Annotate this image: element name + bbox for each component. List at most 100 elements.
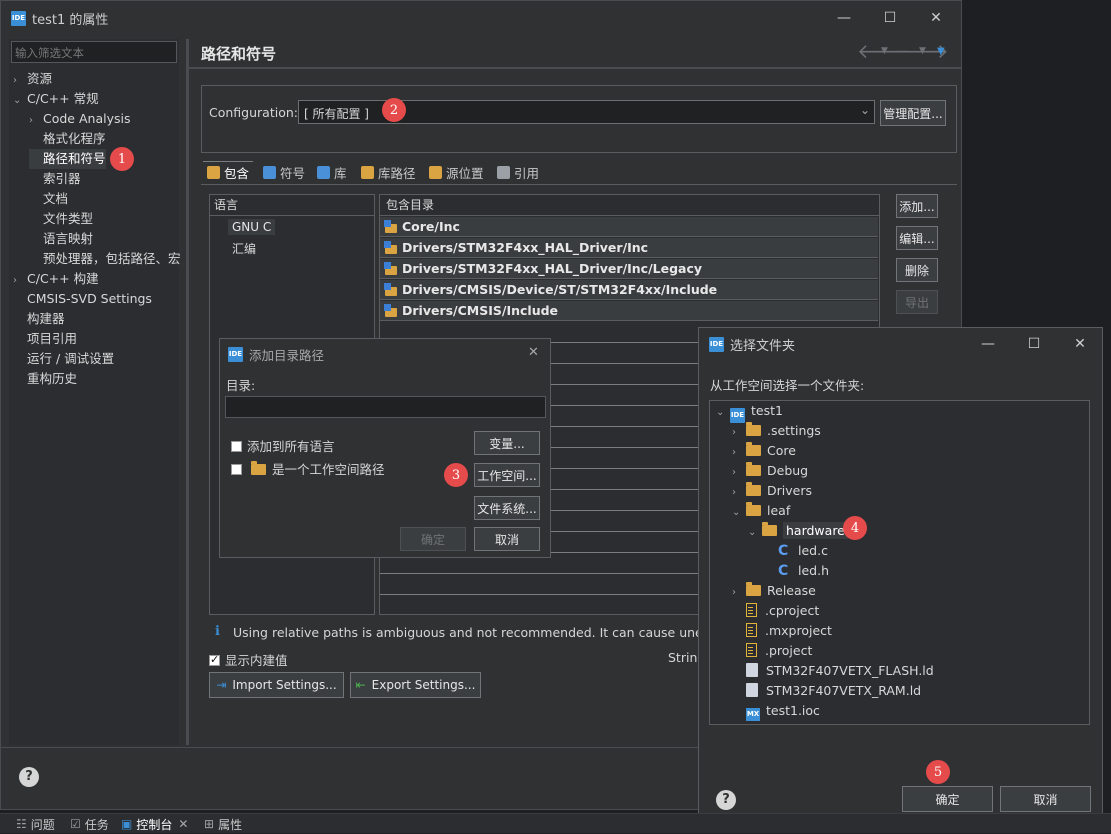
chevron-icon[interactable]: › xyxy=(13,71,27,91)
language-item-asm[interactable]: 汇编 xyxy=(232,240,256,257)
chevron-icon[interactable]: › xyxy=(13,271,27,291)
nav-item[interactable]: 语言映射 xyxy=(29,229,93,249)
tab-problems[interactable]: ☷ 问题 xyxy=(16,814,55,834)
nav-item[interactable]: 索引器 xyxy=(29,169,81,189)
edit-button[interactable]: 编辑... xyxy=(896,226,938,250)
nav-item[interactable]: 路径和符号 xyxy=(29,149,106,169)
nav-item[interactable]: 预处理器，包括路径、宏 xyxy=(29,249,181,269)
export-button[interactable]: 导出 xyxy=(896,290,938,314)
include-row[interactable]: Drivers/CMSIS/Device/ST/STM32F4xx/Includ… xyxy=(380,280,878,300)
directory-input[interactable] xyxy=(225,396,546,418)
import-settings-button[interactable]: ⇥ Import Settings... xyxy=(209,672,344,698)
nav-item[interactable]: CMSIS-SVD Settings xyxy=(13,289,152,309)
include-row[interactable]: Drivers/CMSIS/Include xyxy=(380,301,878,321)
back-dropdown-icon[interactable]: ▼ xyxy=(881,46,888,56)
chevron-icon[interactable]: › xyxy=(732,583,746,603)
chevron-icon[interactable]: › xyxy=(29,111,43,131)
add-button[interactable]: 添加... xyxy=(896,194,938,218)
tab-label: 引用 xyxy=(514,165,540,181)
tab-1[interactable]: 符号 xyxy=(259,161,309,183)
filter-input[interactable]: 输入筛选文本 xyxy=(11,41,177,63)
workspace-button[interactable]: 工作空间... xyxy=(474,463,540,487)
chevron-icon[interactable]: › xyxy=(732,463,746,483)
folder-tree-item[interactable]: .cproject xyxy=(732,601,819,621)
help-icon[interactable]: ? xyxy=(19,767,39,787)
tab-2[interactable]: 库 xyxy=(313,161,351,183)
folder-tree-item[interactable]: › Core xyxy=(732,441,796,461)
folder-minimize-button[interactable]: — xyxy=(965,328,1011,360)
folder-tree-item[interactable]: › Release xyxy=(732,581,816,601)
chevron-icon[interactable]: › xyxy=(732,423,746,443)
tab-4[interactable]: 源位置 xyxy=(425,161,488,183)
add-all-languages-check[interactable] xyxy=(231,441,242,452)
tab-tasks[interactable]: ☑ 任务 xyxy=(70,814,109,834)
add-all-languages-checkbox[interactable]: 添加到所有语言 xyxy=(231,436,335,455)
nav-item[interactable]: 运行 / 调试设置 xyxy=(13,349,114,369)
chevron-icon[interactable]: ⌄ xyxy=(748,523,762,543)
folder-tree-item[interactable]: ⌄ IDE test1 xyxy=(716,401,783,423)
folder-tree-item[interactable]: › Debug xyxy=(732,461,808,481)
close-icon[interactable]: ✕ xyxy=(178,817,188,831)
language-item-gnu-c[interactable]: GNU C xyxy=(228,219,276,235)
nav-divider[interactable] xyxy=(186,39,189,745)
folder-help-icon[interactable]: ? xyxy=(716,790,736,810)
include-row[interactable]: Drivers/STM32F4xx_HAL_Driver/Inc xyxy=(380,238,878,258)
filesystem-button[interactable]: 文件系统... xyxy=(474,496,540,520)
folder-tree-item[interactable]: ⌄ hardware xyxy=(748,521,848,541)
workspace-path-checkbox[interactable]: 是一个工作空间路径 xyxy=(231,459,385,478)
forward-dropdown-icon[interactable]: ▼ xyxy=(919,46,926,56)
folder-tree-item[interactable]: .mxproject xyxy=(732,621,832,641)
include-row[interactable]: Core/Inc xyxy=(380,217,878,237)
folder-ok-button[interactable]: 确定 xyxy=(902,786,993,812)
folder-maximize-button[interactable]: ☐ xyxy=(1011,328,1057,360)
folder-tree[interactable]: ⌄ IDE test1 › .settings › Core › Debug › Drivers ⌄ l… xyxy=(709,400,1090,725)
chevron-icon[interactable]: ⌄ xyxy=(732,503,746,523)
folder-tree-item[interactable]: › Drivers xyxy=(732,481,812,501)
folder-cancel-button[interactable]: 取消 xyxy=(1000,786,1091,812)
nav-item[interactable]: 格式化程序 xyxy=(29,129,106,149)
nav-item[interactable]: ⌄ C/C++ 常规 xyxy=(13,89,99,109)
nav-item[interactable]: 文件类型 xyxy=(29,209,93,229)
variables-button[interactable]: 变量... xyxy=(474,431,540,455)
chevron-icon[interactable]: ⌄ xyxy=(13,91,27,111)
folder-tree-item[interactable]: Cled.c xyxy=(764,541,828,561)
folder-tree-item[interactable]: .project xyxy=(732,641,812,661)
nav-item[interactable]: 文档 xyxy=(29,189,68,209)
add-dir-cancel-button[interactable]: 取消 xyxy=(474,527,540,551)
folder-tree-item[interactable]: › .settings xyxy=(732,421,821,441)
nav-item[interactable]: 项目引用 xyxy=(13,329,77,349)
nav-item[interactable]: › C/C++ 构建 xyxy=(13,269,99,289)
folder-close-button[interactable]: ✕ xyxy=(1057,328,1103,360)
folder-icon xyxy=(251,461,266,475)
folder-tree-item[interactable]: MX test1.ioc xyxy=(732,701,820,721)
include-row[interactable]: Drivers/STM32F4xx_HAL_Driver/Inc/Legacy xyxy=(380,259,878,279)
tab-0[interactable]: 包含 xyxy=(203,161,254,183)
maximize-button[interactable]: ☐ xyxy=(867,1,913,35)
tab-properties[interactable]: ⊞ 属性 xyxy=(204,814,242,834)
delete-button[interactable]: 删除 xyxy=(896,258,938,282)
nav-item[interactable]: › 资源 xyxy=(13,69,52,89)
folder-tree-item[interactable]: STM32F407VETX_FLASH.ld xyxy=(732,661,934,681)
tab-3[interactable]: 库路径 xyxy=(357,161,420,183)
nav-item[interactable]: › Code Analysis xyxy=(29,109,130,129)
view-menu-icon[interactable]: ▼ xyxy=(937,46,945,57)
show-builtin-checkbox[interactable]: 显示内建值 xyxy=(209,650,288,669)
folder-tree-item[interactable]: ⌄ leaf xyxy=(732,501,790,521)
add-dir-ok-button[interactable]: 确定 xyxy=(400,527,466,551)
nav-item[interactable]: 重构历史 xyxy=(13,369,77,389)
tab-5[interactable]: 引用 xyxy=(493,161,543,183)
chevron-icon[interactable]: ⌄ xyxy=(716,403,730,423)
add-dir-close-icon[interactable]: ✕ xyxy=(528,345,539,360)
tab-console[interactable]: ▣ 控制台 ✕ xyxy=(121,814,188,834)
minimize-button[interactable]: — xyxy=(821,1,867,35)
close-button[interactable]: ✕ xyxy=(913,1,959,35)
export-settings-button[interactable]: ⇤ Export Settings... xyxy=(350,672,481,698)
nav-item[interactable]: 构建器 xyxy=(13,309,65,329)
workspace-path-check[interactable] xyxy=(231,464,242,475)
folder-tree-item[interactable]: STM32F407VETX_RAM.ld xyxy=(732,681,921,701)
chevron-icon[interactable]: › xyxy=(732,483,746,503)
folder-tree-item[interactable]: Cled.h xyxy=(764,561,829,581)
show-builtin-check[interactable] xyxy=(209,653,220,666)
chevron-icon[interactable]: › xyxy=(732,443,746,463)
manage-configurations-button[interactable]: 管理配置... xyxy=(880,100,946,126)
